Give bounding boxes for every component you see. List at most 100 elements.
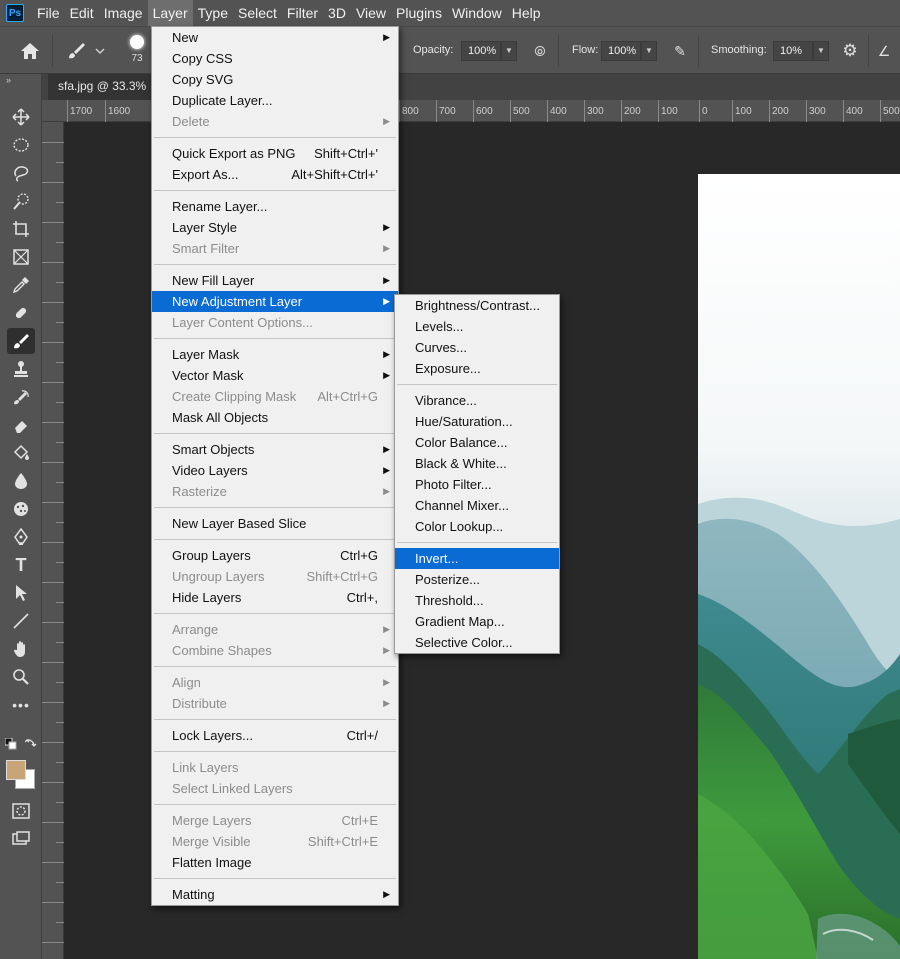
paint-bucket-tool-icon[interactable] [7, 440, 35, 466]
eyedropper-tool-icon[interactable] [7, 272, 35, 298]
menu-item-hide-layers[interactable]: Hide Layers Ctrl+, [152, 587, 398, 608]
pen-tool-icon[interactable] [7, 524, 35, 550]
collapse-panel-icon[interactable]: » [0, 74, 41, 88]
swap-colors-icon[interactable] [24, 736, 37, 751]
adjustment-item-hue-saturation[interactable]: Hue/Saturation... [395, 411, 559, 432]
lasso-tool-icon[interactable] [7, 160, 35, 186]
menu-select[interactable]: Select [233, 0, 282, 26]
menu-item-duplicate-layer[interactable]: Duplicate Layer... [152, 90, 398, 111]
adjustment-item-color-balance[interactable]: Color Balance... [395, 432, 559, 453]
menu-view[interactable]: View [351, 0, 391, 26]
menu-item-rename-layer[interactable]: Rename Layer... [152, 196, 398, 217]
document-image[interactable] [698, 174, 900, 959]
sponge-tool-icon[interactable] [7, 496, 35, 522]
quick-selection-tool-icon[interactable] [7, 188, 35, 214]
menu-item-layer-style[interactable]: Layer Style ▶ [152, 217, 398, 238]
adjustment-item-gradient-map[interactable]: Gradient Map... [395, 611, 559, 632]
clone-stamp-tool-icon[interactable] [7, 356, 35, 382]
flow-field[interactable]: 100% [601, 41, 641, 61]
crop-tool-icon[interactable] [7, 216, 35, 242]
opacity-dropdown-icon[interactable]: ▼ [501, 41, 517, 61]
document-tab[interactable]: sfa.jpg @ 33.3% [48, 74, 157, 100]
path-selection-tool-icon[interactable] [7, 580, 35, 606]
menu-item-quick-export-as-png[interactable]: Quick Export as PNG Shift+Ctrl+' [152, 143, 398, 164]
photoshop-logo-icon[interactable]: Ps [6, 4, 24, 22]
adjustment-item-invert[interactable]: Invert... [395, 548, 559, 569]
menu-filter[interactable]: Filter [282, 0, 323, 26]
home-icon[interactable] [20, 42, 40, 60]
type-tool-icon[interactable]: T [7, 552, 35, 578]
brush-tool-icon[interactable] [66, 41, 106, 61]
menu-item-vector-mask[interactable]: Vector Mask ▶ [152, 365, 398, 386]
adjustment-item-threshold[interactable]: Threshold... [395, 590, 559, 611]
adjustment-item-color-lookup[interactable]: Color Lookup... [395, 516, 559, 537]
menu-item-video-layers[interactable]: Video Layers ▶ [152, 460, 398, 481]
menu-item-mask-all-objects[interactable]: Mask All Objects [152, 407, 398, 428]
adjustment-item-black-white[interactable]: Black & White... [395, 453, 559, 474]
line-tool-icon[interactable] [7, 608, 35, 634]
hand-tool-icon[interactable] [7, 636, 35, 662]
default-colors-icon[interactable] [4, 737, 17, 750]
adjustment-item-brightness-contrast[interactable]: Brightness/Contrast... [395, 295, 559, 316]
quick-mask-icon[interactable] [7, 798, 35, 824]
menu-item-new[interactable]: New ▶ [152, 27, 398, 48]
screen-mode-icon[interactable] [7, 826, 35, 852]
menu-separator [154, 751, 396, 752]
foreground-color-swatch[interactable] [6, 760, 26, 780]
adjustment-item-channel-mixer[interactable]: Channel Mixer... [395, 495, 559, 516]
menu-item-new-adjustment-layer[interactable]: New Adjustment Layer ▶ [152, 291, 398, 312]
menu-item-layer-content-options: Layer Content Options... [152, 312, 398, 333]
menu-window[interactable]: Window [447, 0, 507, 26]
adjustment-item-exposure[interactable]: Exposure... [395, 358, 559, 379]
menu-help[interactable]: Help [507, 0, 546, 26]
menu-item-matting[interactable]: Matting ▶ [152, 884, 398, 905]
menu-3d[interactable]: 3D [323, 0, 351, 26]
menu-item-new-fill-layer[interactable]: New Fill Layer ▶ [152, 270, 398, 291]
menu-type[interactable]: Type [193, 0, 233, 26]
adjustment-item-levels[interactable]: Levels... [395, 316, 559, 337]
frame-tool-icon[interactable] [7, 244, 35, 270]
ruler-tick-label: 100 [732, 100, 752, 122]
menu-edit[interactable]: Edit [65, 0, 99, 26]
menu-item-flatten-image[interactable]: Flatten Image [152, 852, 398, 873]
menu-item-copy-svg[interactable]: Copy SVG [152, 69, 398, 90]
adjustment-item-posterize[interactable]: Posterize... [395, 569, 559, 590]
menu-item-lock-layers[interactable]: Lock Layers... Ctrl+/ [152, 725, 398, 746]
menu-item-export-as[interactable]: Export As... Alt+Shift+Ctrl+' [152, 164, 398, 185]
brush-preset-picker[interactable]: 73 [126, 35, 148, 64]
spot-healing-tool-icon[interactable] [7, 300, 35, 326]
flow-dropdown-icon[interactable]: ▼ [641, 41, 657, 61]
menu-item-smart-objects[interactable]: Smart Objects ▶ [152, 439, 398, 460]
blur-tool-icon[interactable] [7, 468, 35, 494]
adjustment-item-curves[interactable]: Curves... [395, 337, 559, 358]
menu-item-group-layers[interactable]: Group Layers Ctrl+G [152, 545, 398, 566]
eraser-tool-icon[interactable] [7, 412, 35, 438]
marquee-tool-icon[interactable] [7, 132, 35, 158]
ruler-tick-label: 500 [510, 100, 530, 122]
vertical-ruler[interactable] [42, 122, 64, 959]
move-tool-icon[interactable] [7, 104, 35, 130]
menu-item-new-layer-based-slice[interactable]: New Layer Based Slice [152, 513, 398, 534]
pressure-opacity-icon[interactable]: ⦾ [530, 41, 550, 61]
gear-icon[interactable]: ⚙ [840, 41, 860, 61]
menu-image[interactable]: Image [99, 0, 148, 26]
ruler-tick [42, 502, 64, 503]
history-brush-tool-icon[interactable] [7, 384, 35, 410]
menu-plugins[interactable]: Plugins [391, 0, 447, 26]
more-tools-icon[interactable]: ••• [7, 692, 35, 718]
smoothing-field[interactable]: 10% [773, 41, 813, 61]
zoom-tool-icon[interactable] [7, 664, 35, 690]
opacity-field[interactable]: 100% [461, 41, 501, 61]
brush-tool-icon[interactable] [7, 328, 35, 354]
adjustment-item-selective-color[interactable]: Selective Color... [395, 632, 559, 653]
brush-angle-icon[interactable]: ∠ [874, 41, 894, 61]
airbrush-icon[interactable]: ✎ [670, 41, 690, 61]
smoothing-dropdown-icon[interactable]: ▼ [813, 41, 829, 61]
menu-item-copy-css[interactable]: Copy CSS [152, 48, 398, 69]
menu-item-shortcut: Shift+Ctrl+' [314, 146, 378, 161]
menu-item-layer-mask[interactable]: Layer Mask ▶ [152, 344, 398, 365]
adjustment-item-photo-filter[interactable]: Photo Filter... [395, 474, 559, 495]
menu-file[interactable]: File [32, 0, 65, 26]
menu-layer[interactable]: Layer [147, 0, 193, 26]
adjustment-item-vibrance[interactable]: Vibrance... [395, 390, 559, 411]
